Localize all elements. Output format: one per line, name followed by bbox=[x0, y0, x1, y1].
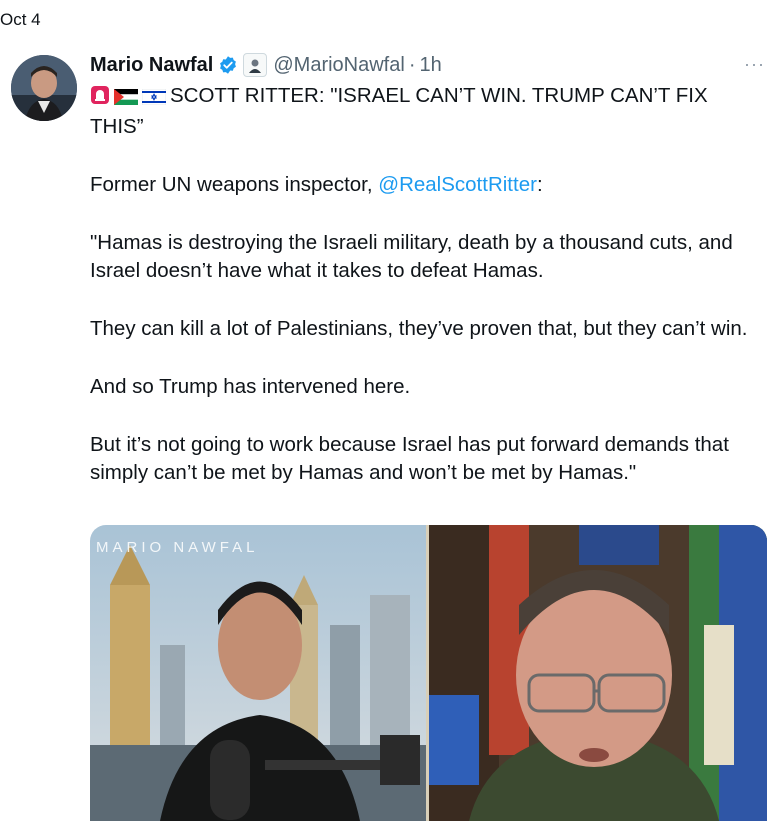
mention-link[interactable]: @RealScottRitter bbox=[378, 173, 537, 196]
intro-prefix: Former UN weapons inspector, bbox=[90, 173, 379, 196]
avatar-image bbox=[11, 55, 77, 121]
quote-paragraph-4: But it’s not going to work because Israe… bbox=[90, 433, 729, 484]
guest-room-image bbox=[429, 525, 767, 821]
quote-paragraph-3: And so Trump has intervened here. bbox=[90, 375, 411, 398]
video-media[interactable]: MARIO NAWFAL bbox=[90, 525, 767, 821]
intro-line: Former UN weapons inspector, @RealScottR… bbox=[90, 171, 762, 199]
more-options-icon[interactable]: ··· bbox=[744, 54, 765, 75]
tweet-header: Mario Nawfal @MarioNawfal · 1h bbox=[90, 50, 759, 80]
author-handle[interactable]: @MarioNawfal bbox=[273, 54, 404, 77]
author-name[interactable]: Mario Nawfal bbox=[90, 54, 213, 77]
post-time[interactable]: 1h bbox=[419, 54, 441, 77]
intro-suffix: : bbox=[536, 173, 543, 196]
siren-icon bbox=[90, 85, 110, 113]
israel-flag-icon bbox=[141, 85, 167, 113]
affiliate-badge-icon[interactable] bbox=[243, 53, 268, 77]
quote-paragraph-1: "Hamas is destroying the Israeli militar… bbox=[90, 231, 733, 282]
video-right-pane bbox=[429, 525, 767, 821]
palestine-flag-icon bbox=[114, 85, 138, 113]
media-watermark: MARIO NAWFAL bbox=[96, 539, 259, 556]
quote-paragraph-2: They can kill a lot of Palestinians, the… bbox=[90, 317, 748, 340]
tweet-body: SCOTT RITTER: "ISRAEL CAN’T WIN. TRUMP C… bbox=[90, 82, 762, 487]
separator-dot: · bbox=[408, 53, 416, 76]
headline-text: SCOTT RITTER: "ISRAEL CAN’T WIN. TRUMP C… bbox=[90, 84, 708, 138]
host-studio-image bbox=[90, 525, 426, 821]
date-label: Oct 4 bbox=[0, 10, 41, 29]
headline-line: SCOTT RITTER: "ISRAEL CAN’T WIN. TRUMP C… bbox=[90, 82, 762, 141]
video-left-pane: MARIO NAWFAL bbox=[90, 525, 426, 821]
avatar[interactable] bbox=[11, 55, 77, 121]
verified-badge-icon bbox=[218, 55, 238, 75]
